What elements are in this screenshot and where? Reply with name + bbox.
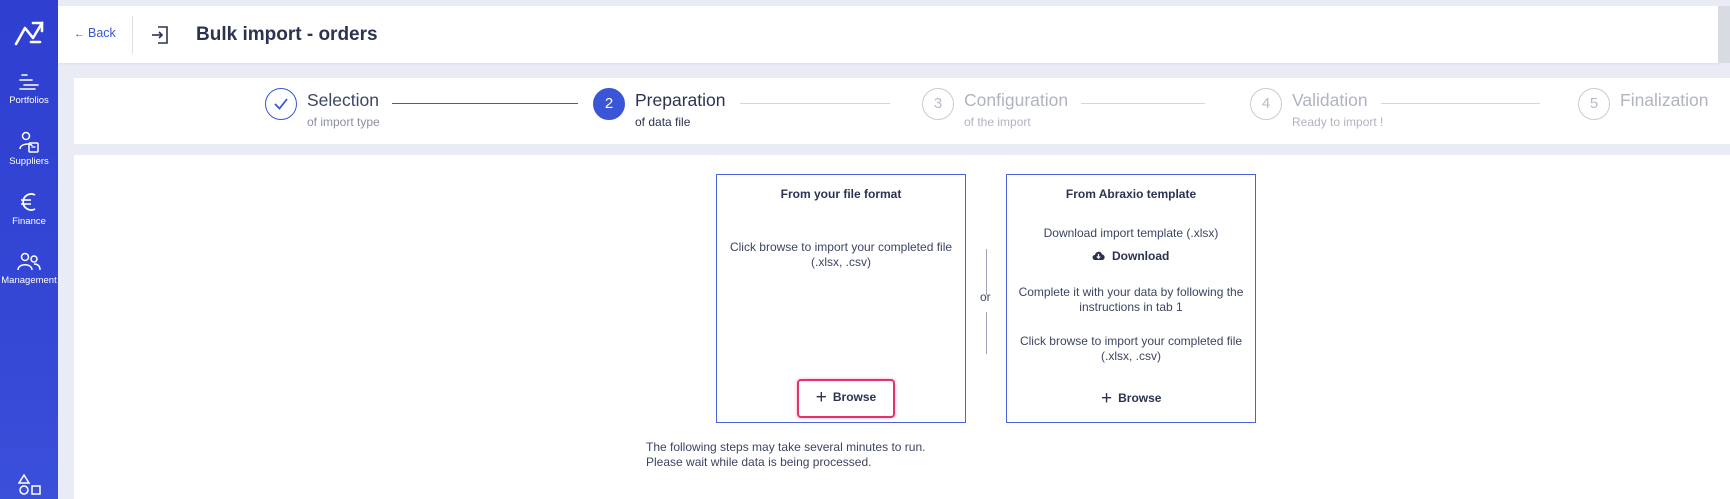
step-number: 5 [1578,88,1610,120]
sidebar-item-suppliers[interactable]: Suppliers [0,131,58,167]
note-line: Please wait while data is being processe… [646,455,872,469]
step-subtitle: of import type [307,115,380,129]
step-title: Configuration [964,90,1069,110]
step-subtitle: of the import [964,115,1031,129]
separator-line [986,312,987,354]
step-title: Preparation [635,90,726,110]
card-title: From your file format [780,187,902,201]
card-title: From Abraxio template [1065,187,1197,201]
sidebar-item-label: Finance [12,216,46,227]
sidebar-item-label: Management [1,275,57,286]
sidebar-item-label: Suppliers [9,156,49,167]
back-button[interactable]: ← Back [74,26,116,40]
step-connector [740,103,890,104]
step-subtitle: of data file [635,115,691,129]
suppliers-icon [19,131,39,153]
cloud-download-icon [1092,251,1105,260]
browse-button[interactable]: + Browse [797,379,895,418]
file-format-card: From your file format Click browse to im… [716,174,966,423]
note-line: The following steps may take several min… [646,440,926,454]
abraxio-logo-icon[interactable] [13,18,45,50]
arrow-left-icon: ← [74,28,85,40]
browse-label: Browse [832,390,877,404]
download-instruction: Download import template (.xlsx) [1043,226,1219,240]
sidebar-item-portfolios[interactable]: Portfolios [0,72,58,106]
step-title: Validation [1292,90,1368,110]
step-connector [1081,103,1205,104]
main-content: From your file format Click browse to im… [74,155,1730,499]
plus-icon: + [1101,388,1113,409]
shapes-icon[interactable] [18,474,42,496]
step-connector [392,103,578,104]
step-number: 3 [922,88,954,120]
step-subtitle: Ready to import ! [1292,115,1384,129]
sidebar-item-management[interactable]: Management [0,252,58,286]
scrollbar[interactable] [1718,6,1730,63]
sidebar: Portfolios Suppliers Finance Management [0,0,58,499]
step-number: 2 [593,88,625,120]
step-number: 4 [1250,88,1282,120]
step-title: Finalization [1620,90,1709,110]
import-file-icon [152,26,168,44]
import-stepper: Selection of import type 2 Preparation o… [74,78,1730,144]
portfolios-icon [19,74,39,90]
download-button[interactable]: Download [1091,249,1169,263]
browse-label: Browse [1118,391,1162,405]
browse-template-button[interactable]: + Browse [1101,388,1161,410]
separator-line [986,249,987,295]
euro-icon [21,193,36,211]
check-icon [265,88,297,120]
back-label: Back [88,26,116,40]
step-title: Selection [307,90,379,110]
page-header: ← Back Bulk import - orders [58,6,1720,63]
or-separator: or [980,290,991,304]
step-connector [1381,103,1540,104]
management-icon [17,252,41,271]
complete-instruction: Complete it with your data by following … [1018,285,1244,314]
card-instruction: Click browse to import your completed fi… [729,240,953,269]
plus-icon: + [815,387,827,408]
page-title: Bulk import - orders [196,24,378,45]
sidebar-item-label: Portfolios [9,95,49,106]
header-divider [132,16,133,54]
template-card: From Abraxio template Download import te… [1006,174,1256,423]
browse-instruction: Click browse to import your completed fi… [1019,334,1243,363]
download-label: Download [1112,249,1170,263]
processing-note: The following steps may take several min… [646,440,925,470]
sidebar-item-finance[interactable]: Finance [0,191,58,227]
